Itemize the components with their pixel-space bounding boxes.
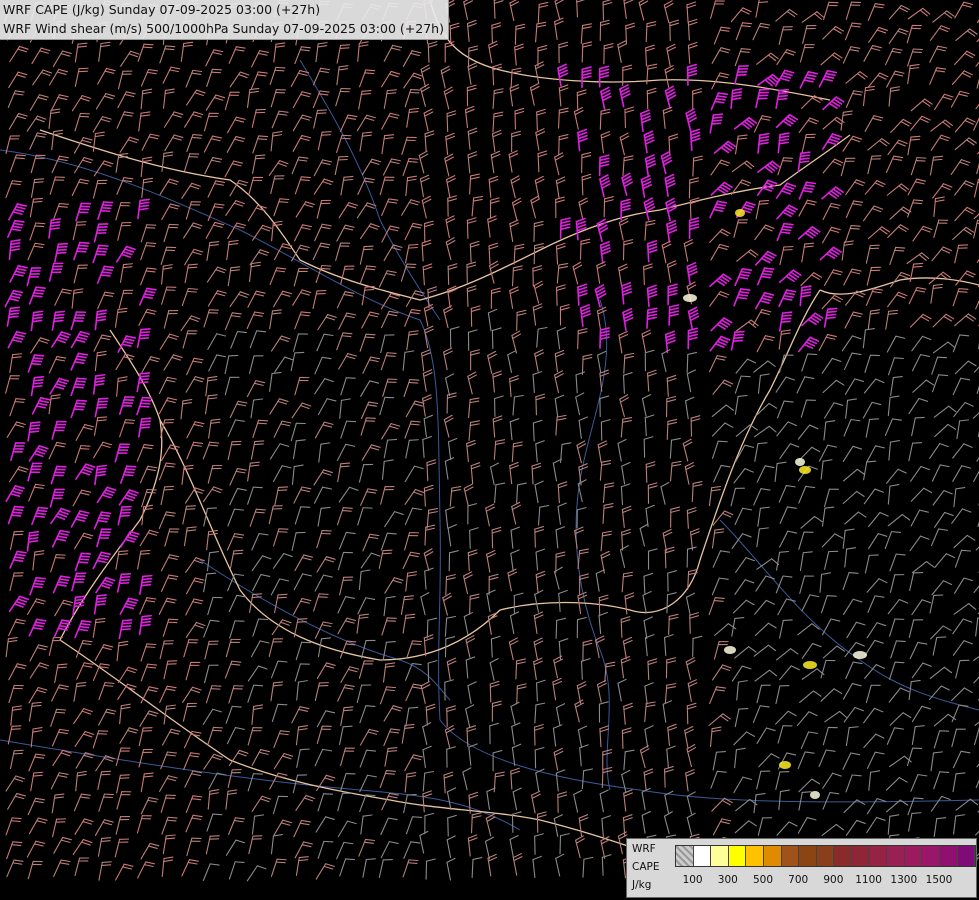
weather-map [0,0,979,900]
legend-swatch [711,846,729,866]
legend-swatch [957,846,976,866]
legend-swatch [922,846,940,866]
legend-label-cape: CAPE [632,861,660,873]
legend-swatch [816,846,835,866]
cape-patch [724,646,736,654]
legend-swatch [851,846,870,866]
cape-legend: WRF CAPE J/kg 100 300 500 700 900 1100 1300 150… [626,838,977,898]
legend-swatch [728,846,747,866]
legend-tick: 1100 [855,874,882,886]
legend-swatch [904,846,923,866]
legend-color-scale [675,845,977,867]
legend-swatch [746,846,764,866]
legend-tick: 500 [752,874,774,886]
legend-swatch [781,846,800,866]
legend-swatch [869,846,888,866]
cape-patch [795,458,805,466]
cape-patch [810,791,820,799]
legend-tick: 300 [717,874,738,886]
legend-tick-labels: 100 300 500 700 900 1100 1300 1500 [675,874,975,888]
cape-patch [853,651,867,659]
legend-tick: 1300 [890,874,918,886]
legend-swatch [834,846,852,866]
cape-patch [799,466,811,474]
legend-swatch [763,846,782,866]
legend-swatch [693,846,712,866]
cape-patch [683,294,697,302]
cape-patch [779,761,791,769]
legend-label-units: J/kg [632,879,652,891]
legend-tick: 1500 [925,874,953,886]
title-wind-shear: WRF Wind shear (m/s) 500/1000hPa Sunday … [3,21,444,36]
legend-label-wrf: WRF [632,843,656,855]
legend-tick: 700 [788,874,809,886]
cape-patch [803,661,817,669]
map-title-box: WRF CAPE (J/kg) Sunday 07-09-2025 03:00 … [0,0,449,40]
legend-tick: 900 [823,874,844,886]
legend-tick: 100 [682,874,703,886]
legend-swatch [887,846,905,866]
legend-swatch [939,846,958,866]
cape-patch [735,209,745,217]
title-cape: WRF CAPE (J/kg) Sunday 07-09-2025 03:00 … [3,2,321,17]
legend-swatch [799,846,817,866]
legend-swatch [676,846,694,866]
